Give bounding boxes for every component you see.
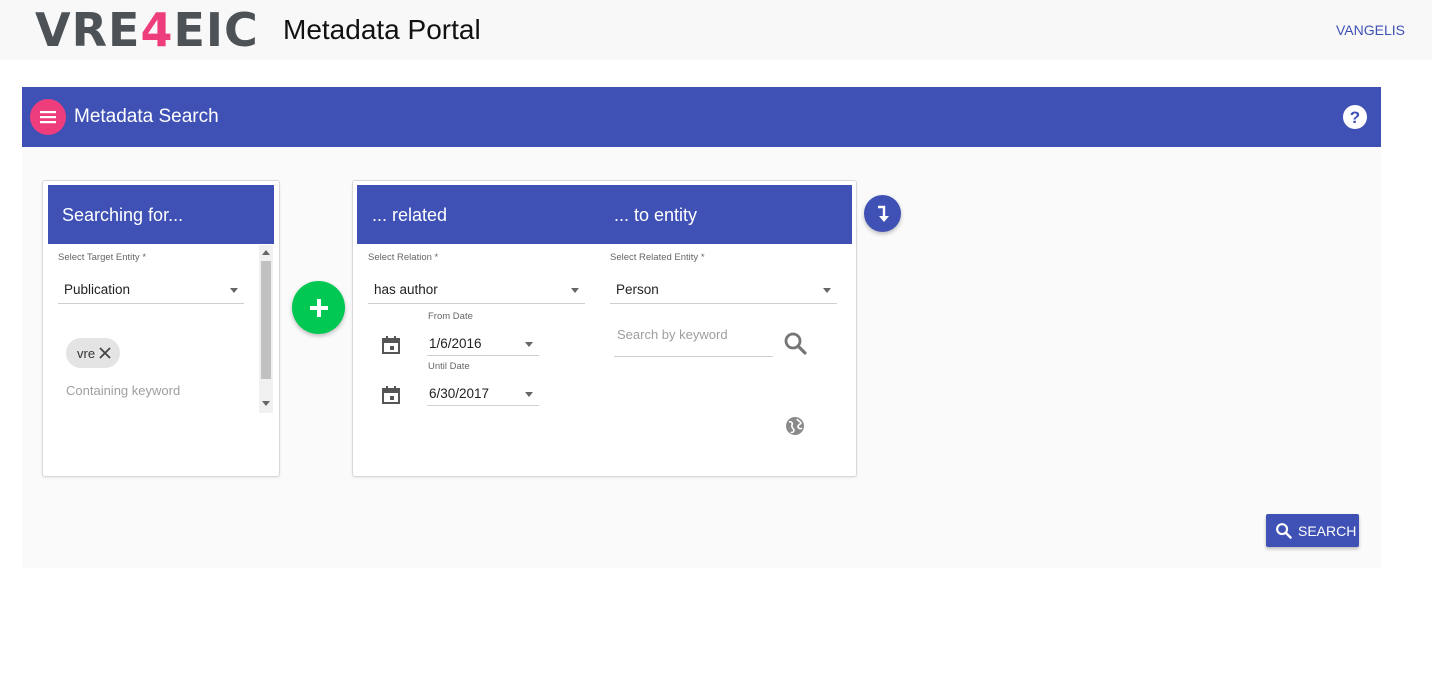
target-entity-value: Publication	[64, 282, 131, 297]
target-card-heading: Searching for...	[62, 205, 184, 225]
target-entity-select[interactable]: Publication	[58, 275, 244, 304]
target-card-scrollbar[interactable]	[259, 245, 273, 413]
until-date-value: 6/30/2017	[429, 386, 490, 401]
relation-card-header: ... related ... to entity	[357, 185, 852, 244]
scrollbar-thumb[interactable]	[261, 261, 271, 379]
related-entity-value: Person	[616, 282, 659, 297]
until-date-label: Until Date	[428, 361, 470, 372]
scroll-down-arrow[interactable]	[262, 401, 270, 406]
toolbar-title: Metadata Search	[74, 106, 219, 127]
add-relation-button[interactable]	[292, 281, 345, 334]
search-icon	[1275, 522, 1292, 539]
toolbar: Metadata Search ?	[22, 87, 1381, 147]
calendar-icon[interactable]	[381, 335, 401, 355]
chevron-down-icon	[525, 392, 533, 397]
menu-icon	[40, 111, 56, 124]
related-heading: ... related	[372, 205, 448, 225]
plus-icon	[309, 298, 328, 317]
search-button[interactable]: SEARCH	[1266, 514, 1359, 547]
help-icon[interactable]: ?	[1343, 105, 1367, 129]
user-menu-link[interactable]: VANGELIS	[1336, 21, 1405, 39]
close-icon[interactable]	[97, 345, 113, 361]
to-entity-heading: ... to entity	[614, 205, 698, 225]
scroll-up-arrow[interactable]	[262, 250, 270, 255]
related-keyword-placeholder: Search by keyword	[617, 327, 728, 342]
from-date-label: From Date	[428, 311, 473, 322]
target-card-header: Searching for...	[48, 185, 274, 244]
metadata-search-panel: Metadata Search ? Searching for... Selec…	[22, 87, 1381, 568]
menu-button[interactable]	[30, 99, 66, 135]
calendar-icon[interactable]	[381, 385, 401, 405]
related-entity-select[interactable]: Person	[610, 275, 837, 304]
swap-direction-button[interactable]	[864, 195, 901, 232]
relation-card: ... related ... to entity Select Relatio…	[352, 180, 857, 477]
from-date-value: 1/6/2016	[429, 336, 482, 351]
top-bar: VRE4EIC Metadata Portal VANGELIS	[0, 0, 1432, 60]
related-keyword-input[interactable]: Search by keyword	[614, 319, 773, 357]
until-date-select[interactable]: 6/30/2017	[427, 379, 539, 406]
containing-keyword-input[interactable]: Containing keyword	[66, 383, 180, 398]
chip-label: vre	[77, 345, 96, 361]
relation-value: has author	[374, 282, 438, 297]
swap-icon	[877, 205, 889, 222]
search-button-label: SEARCH	[1298, 522, 1357, 539]
relation-label: Select Relation *	[368, 252, 439, 263]
from-date-select[interactable]: 1/6/2016	[427, 329, 539, 356]
target-entity-label: Select Target Entity *	[58, 252, 147, 263]
target-entity-card: Searching for... Select Target Entity * …	[42, 180, 280, 477]
chevron-down-icon	[525, 342, 533, 347]
chevron-down-icon	[823, 288, 831, 293]
keyword-chip: vre	[66, 338, 120, 368]
relation-select[interactable]: has author	[368, 275, 585, 304]
logo: VRE4EIC	[35, 3, 259, 57]
related-entity-label: Select Related Entity *	[610, 252, 705, 263]
portal-title: Metadata Portal	[283, 14, 481, 45]
chevron-down-icon	[571, 288, 579, 293]
search-icon[interactable]	[783, 331, 807, 355]
chevron-down-icon	[230, 288, 238, 293]
globe-icon[interactable]	[785, 416, 805, 436]
